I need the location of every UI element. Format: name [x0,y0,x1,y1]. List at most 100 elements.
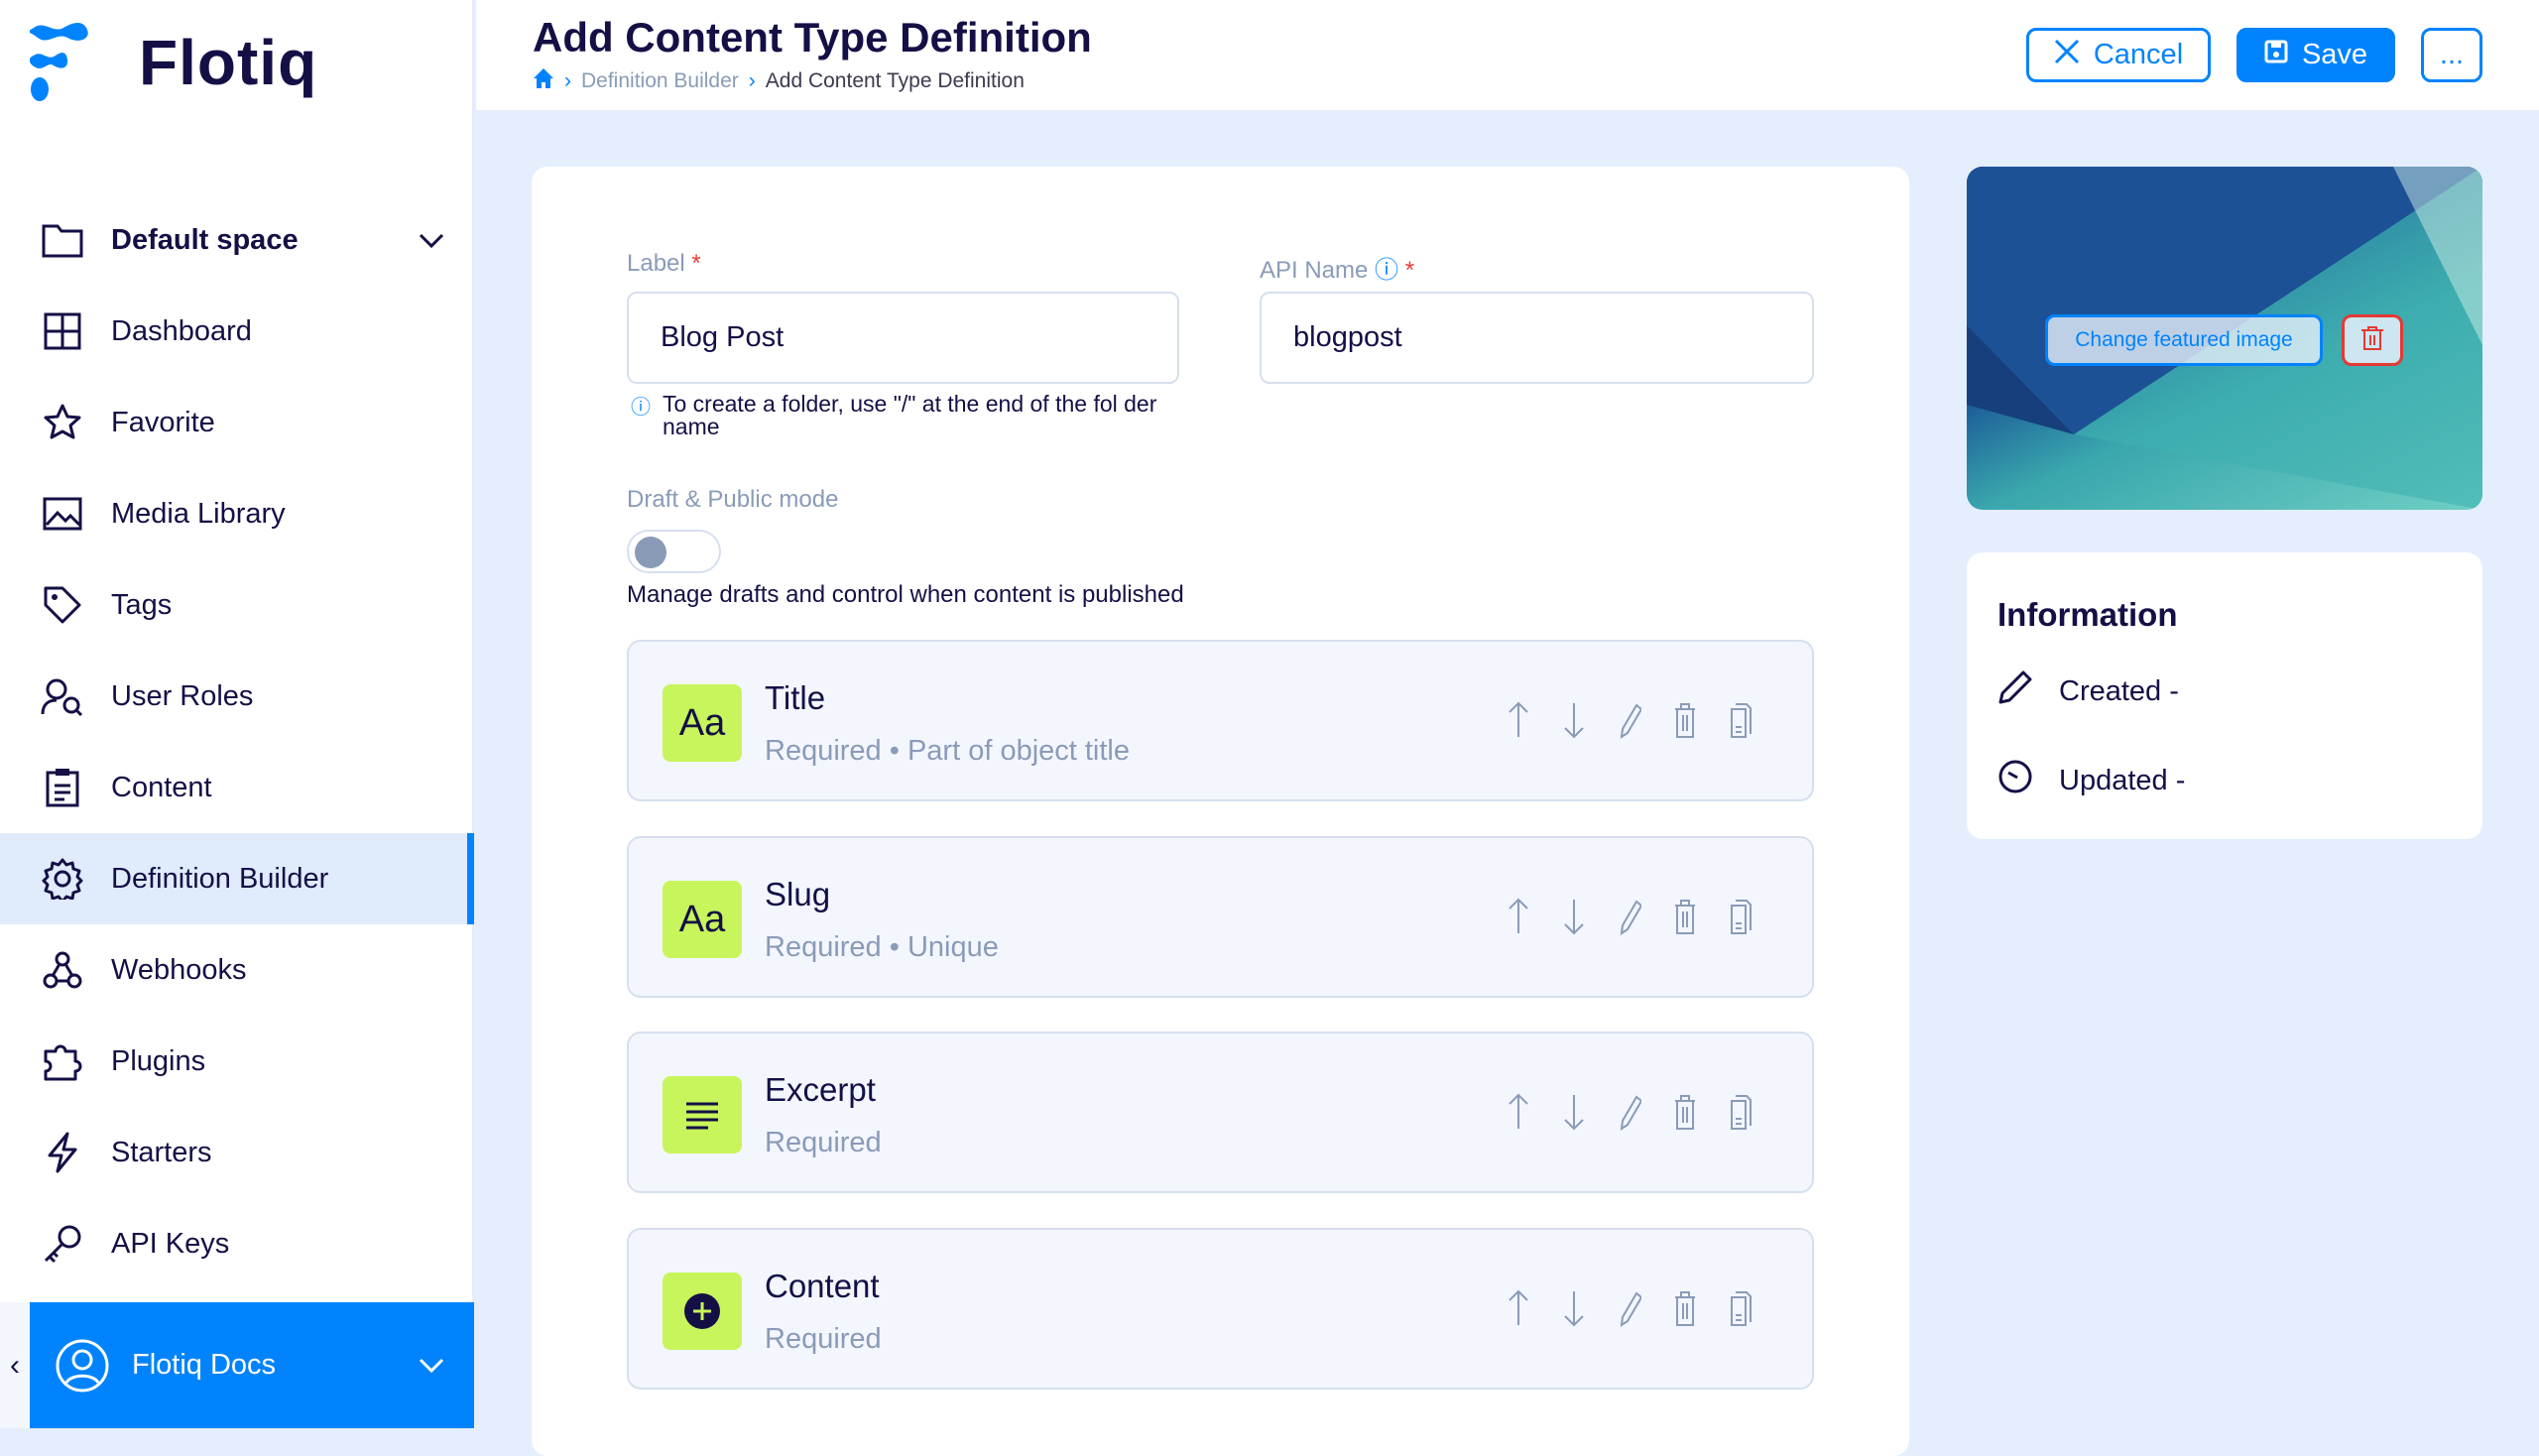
move-down-icon[interactable] [1557,701,1591,741]
chevron-right-icon: › [564,69,571,92]
sidebar-item-label: Webhooks [111,953,247,986]
featured-image: Change featured image [1967,167,2482,510]
sidebar-item-label: Definition Builder [111,862,329,895]
duplicate-icon[interactable] [1724,701,1757,741]
user-name: Flotiq Docs [132,1349,277,1381]
save-button[interactable]: Save [2237,28,2395,82]
sidebar: Flotiq Default space Dashboard Favorite … [0,0,474,1428]
space-selector[interactable]: Default space [0,194,474,286]
field-card[interactable]: Content Required [627,1228,1814,1390]
delete-icon[interactable] [1668,1289,1702,1329]
move-up-icon[interactable] [1502,1289,1535,1329]
move-down-icon[interactable] [1557,1093,1591,1133]
draft-mode-label: Draft & Public mode [627,486,839,513]
draft-mode-toggle[interactable] [627,530,721,573]
text-field-icon: Aa [663,881,742,958]
flotiq-logo[interactable]: Flotiq [30,22,317,103]
close-icon [2054,39,2080,72]
field-card[interactable]: Aa Slug Required • Unique [627,836,1814,998]
field-name: Excerpt [765,1071,876,1108]
sidebar-item-media-library[interactable]: Media Library [0,468,474,559]
sidebar-item-label: User Roles [111,679,254,712]
sidebar-item-favorite[interactable]: Favorite [0,377,474,468]
help-icon[interactable]: ⓘ [1375,257,1398,284]
move-up-icon[interactable] [1502,701,1535,741]
edit-icon[interactable] [1613,898,1646,937]
sidebar-item-label: Tags [111,588,173,621]
chevron-left-icon: ‹ [10,1348,20,1382]
move-up-icon[interactable] [1502,1093,1535,1133]
duplicate-icon[interactable] [1724,898,1757,937]
gear-icon [40,856,85,902]
delete-icon[interactable] [1668,701,1702,741]
field-properties: Required [765,1323,882,1355]
page-title: Add Content Type Definition [533,14,1092,61]
edit-icon[interactable] [1613,1289,1646,1329]
move-down-icon[interactable] [1557,898,1591,937]
flotiq-logo-icon [30,23,88,101]
duplicate-icon[interactable] [1724,1093,1757,1133]
change-featured-image-button[interactable]: Change featured image [2045,314,2323,366]
draft-mode-description: Manage drafts and control when content i… [627,581,1184,608]
move-down-icon[interactable] [1557,1289,1591,1329]
lightning-icon [40,1130,85,1175]
clipboard-icon [40,765,85,810]
folder-help-text: ⓘ To create a folder, use "/" at the end … [631,391,1157,439]
sidebar-item-webhooks[interactable]: Webhooks [0,924,474,1016]
sidebar-item-definition-builder[interactable]: Definition Builder [0,833,474,924]
collapse-sidebar-button[interactable]: ‹ [0,1302,30,1428]
trash-icon [2360,325,2384,356]
sidebar-item-dashboard[interactable]: Dashboard [0,286,474,377]
field-properties: Required [765,1127,882,1158]
page-header: Add Content Type Definition › Definition… [476,0,2539,110]
tag-icon [40,582,85,628]
sidebar-item-content[interactable]: Content [0,742,474,833]
star-icon [40,400,85,445]
created-row: Created - [1997,669,2179,713]
cancel-button[interactable]: Cancel [2026,28,2211,82]
sidebar-item-api-keys[interactable]: API Keys [0,1198,474,1289]
move-up-icon[interactable] [1502,898,1535,937]
field-card[interactable]: Aa Title Required • Part of object title [627,640,1814,801]
sidebar-item-label: Starters [111,1136,212,1168]
label-input[interactable]: Blog Post [627,292,1179,384]
label-field-label: Label * [627,250,701,277]
edit-icon[interactable] [1613,701,1646,741]
textarea-icon [663,1076,742,1153]
home-icon[interactable] [533,67,554,95]
field-card[interactable]: Excerpt Required [627,1031,1814,1193]
delete-featured-image-button[interactable] [2342,314,2403,366]
delete-icon[interactable] [1668,1093,1702,1133]
user-avatar-icon [55,1338,110,1394]
api-name-field-label: API Name ⓘ * [1260,257,1415,284]
sidebar-item-label: API Keys [111,1227,230,1260]
sidebar-item-user-roles[interactable]: User Roles [0,651,474,742]
chevron-right-icon: › [748,69,756,92]
api-name-input[interactable]: blogpost [1260,292,1814,384]
sidebar-item-starters[interactable]: Starters [0,1107,474,1198]
sidebar-item-plugins[interactable]: Plugins [0,1016,474,1107]
sidebar-item-tags[interactable]: Tags [0,559,474,651]
field-name: Content [765,1268,880,1304]
field-actions [1502,1289,1757,1329]
delete-icon[interactable] [1668,898,1702,937]
clock-icon [1997,759,2033,802]
rich-text-icon [663,1273,742,1350]
sidebar-item-label: Plugins [111,1044,206,1077]
sidebar-item-label: Content [111,771,212,803]
chevron-down-icon [419,224,444,257]
field-name: Slug [765,876,831,912]
webhook-icon [40,947,85,993]
cancel-label: Cancel [2093,39,2184,70]
text-field-icon: Aa [663,684,742,762]
field-actions [1502,898,1757,937]
folder-icon [40,217,85,263]
dashboard-icon [40,308,85,354]
user-roles-icon [40,673,85,719]
duplicate-icon[interactable] [1724,1289,1757,1329]
more-options-button[interactable]: ... [2421,28,2482,82]
breadcrumb-definition-builder[interactable]: Definition Builder [581,69,739,93]
field-actions [1502,701,1757,741]
edit-icon[interactable] [1613,1093,1646,1133]
user-menu[interactable]: ‹ Flotiq Docs [0,1302,474,1428]
